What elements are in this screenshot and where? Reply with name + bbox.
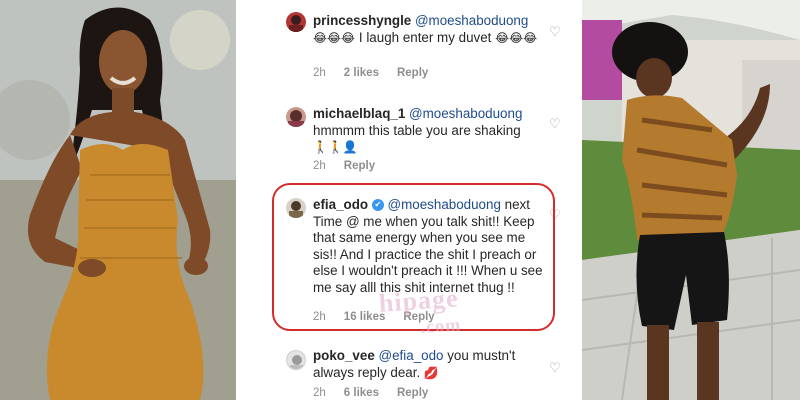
comment-mention[interactable]: @moeshaboduong (388, 197, 501, 212)
comment-time: 2h (313, 67, 326, 79)
comment-poko-vee: poko_vee @efia_odo you mustn't always re… (236, 346, 582, 400)
right-photo-woman-dancing (582, 0, 800, 400)
heart-icon[interactable]: ♡ (549, 209, 562, 222)
woman-illustration (0, 0, 236, 400)
comment-michaelblaq: michaelblaq_1 @moeshaboduong hmmmm this … (236, 103, 582, 183)
kiss-lips-emoji-icon: 💋 (423, 365, 439, 380)
comment-meta: 2h 2 likes Reply (313, 67, 428, 79)
verified-badge-icon: ✔ (371, 199, 384, 212)
avatar[interactable] (286, 12, 306, 32)
avatar[interactable] (286, 107, 306, 127)
comment-mention[interactable]: @moeshaboduong (409, 106, 522, 121)
site-watermark: hipage .com (378, 281, 522, 353)
image-collage: princesshyngle @moeshaboduong 😂😂😂 I laug… (0, 0, 800, 400)
comment-username[interactable]: efia_odo (313, 197, 368, 212)
comment-meta: 2h Reply (313, 160, 375, 172)
comment-time: 2h (313, 387, 326, 399)
comment-text: hmmmm this table you are shaking (313, 122, 521, 138)
comment-username[interactable]: princesshyngle (313, 13, 411, 28)
comment-text: I laugh enter my duvet (358, 29, 492, 45)
comment-body: michaelblaq_1 @moeshaboduong hmmmm this … (313, 106, 545, 156)
avatar[interactable] (286, 198, 306, 218)
comment-likes[interactable]: 6 likes (344, 387, 379, 399)
reply-button[interactable]: Reply (344, 160, 375, 172)
walking-person-emoji-icons: 🚶🚶👤 (313, 140, 358, 154)
reply-button[interactable]: Reply (397, 387, 428, 399)
comment-mention[interactable]: @moeshaboduong (415, 13, 528, 28)
comment-time: 2h (313, 311, 326, 323)
comment-likes[interactable]: 2 likes (344, 67, 379, 79)
avatar[interactable] (286, 350, 306, 370)
comment-time: 2h (313, 160, 326, 172)
heart-icon[interactable]: ♡ (549, 362, 562, 375)
dancing-woman-illustration (582, 0, 800, 400)
left-photo-woman-orange-dress (0, 0, 236, 400)
comment-princesshyngle: princesshyngle @moeshaboduong 😂😂😂 I laug… (236, 10, 582, 92)
comment-meta: 2h 6 likes Reply (313, 387, 428, 399)
laughing-emoji-icons: 😂😂😂 (313, 30, 359, 45)
heart-icon[interactable]: ♡ (549, 26, 562, 39)
comment-body: poko_vee @efia_odo you mustn't always re… (313, 348, 545, 381)
comment-username[interactable]: michaelblaq_1 (313, 106, 405, 121)
comment-body: princesshyngle @moeshaboduong 😂😂😂 I laug… (313, 13, 545, 46)
reply-button[interactable]: Reply (397, 67, 428, 79)
laughing-emoji-icons: 😂😂😂 (495, 30, 538, 45)
comment-username[interactable]: poko_vee (313, 348, 375, 363)
heart-icon[interactable]: ♡ (549, 118, 562, 131)
